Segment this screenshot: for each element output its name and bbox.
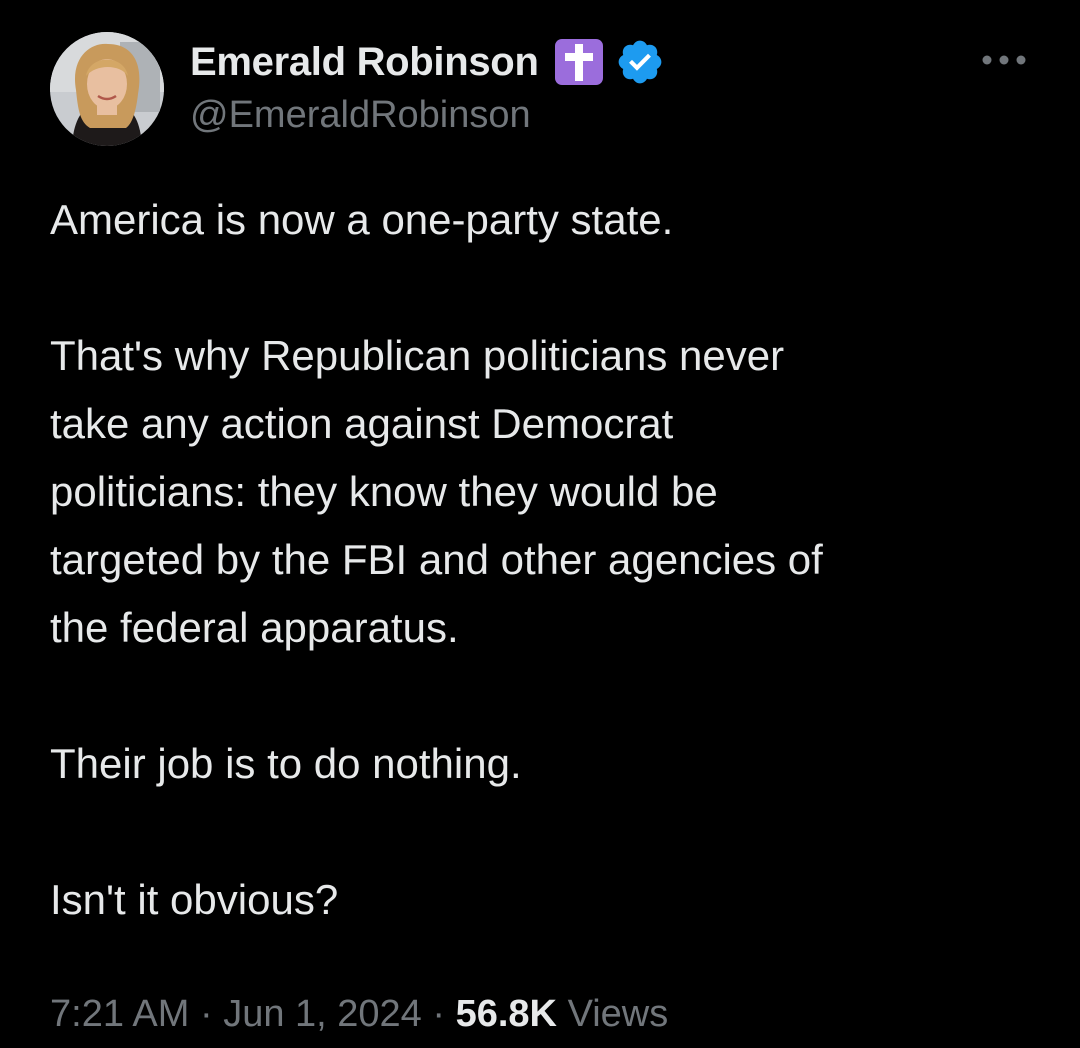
more-options-button[interactable] <box>976 42 1032 78</box>
tweet-text: America is now a one-party state. That's… <box>50 186 1040 934</box>
latin-cross-icon <box>553 37 605 87</box>
tweet-paragraph: America is now a one-party state. <box>50 196 674 243</box>
views-label[interactable]: Views <box>568 993 669 1035</box>
author-display-name[interactable]: Emerald Robinson <box>190 40 539 85</box>
meta-separator: · <box>432 993 446 1035</box>
avatar[interactable] <box>50 32 164 146</box>
verified-icon[interactable] <box>615 37 665 87</box>
tweet: Emerald Robinson @EmeraldRobinson Americ… <box>0 0 1080 1048</box>
tweet-paragraph: Isn't it obvious? <box>50 876 339 923</box>
tweet-paragraph: That's why Republican politicians never … <box>50 332 823 651</box>
more-horizontal-icon <box>982 55 1026 65</box>
meta-separator: · <box>199 993 213 1035</box>
avatar-image <box>50 32 164 146</box>
views-count[interactable]: 56.8K <box>456 993 557 1035</box>
author-name-row: Emerald Robinson <box>190 36 665 88</box>
tweet-time[interactable]: 7:21 AM <box>50 993 189 1035</box>
tweet-paragraph: Their job is to do nothing. <box>50 740 522 787</box>
tweet-meta: 7:21 AM · Jun 1, 2024 · 56.8K Views <box>50 984 668 1044</box>
tweet-date[interactable]: Jun 1, 2024 <box>223 993 422 1035</box>
author-handle[interactable]: @EmeraldRobinson <box>190 94 531 137</box>
